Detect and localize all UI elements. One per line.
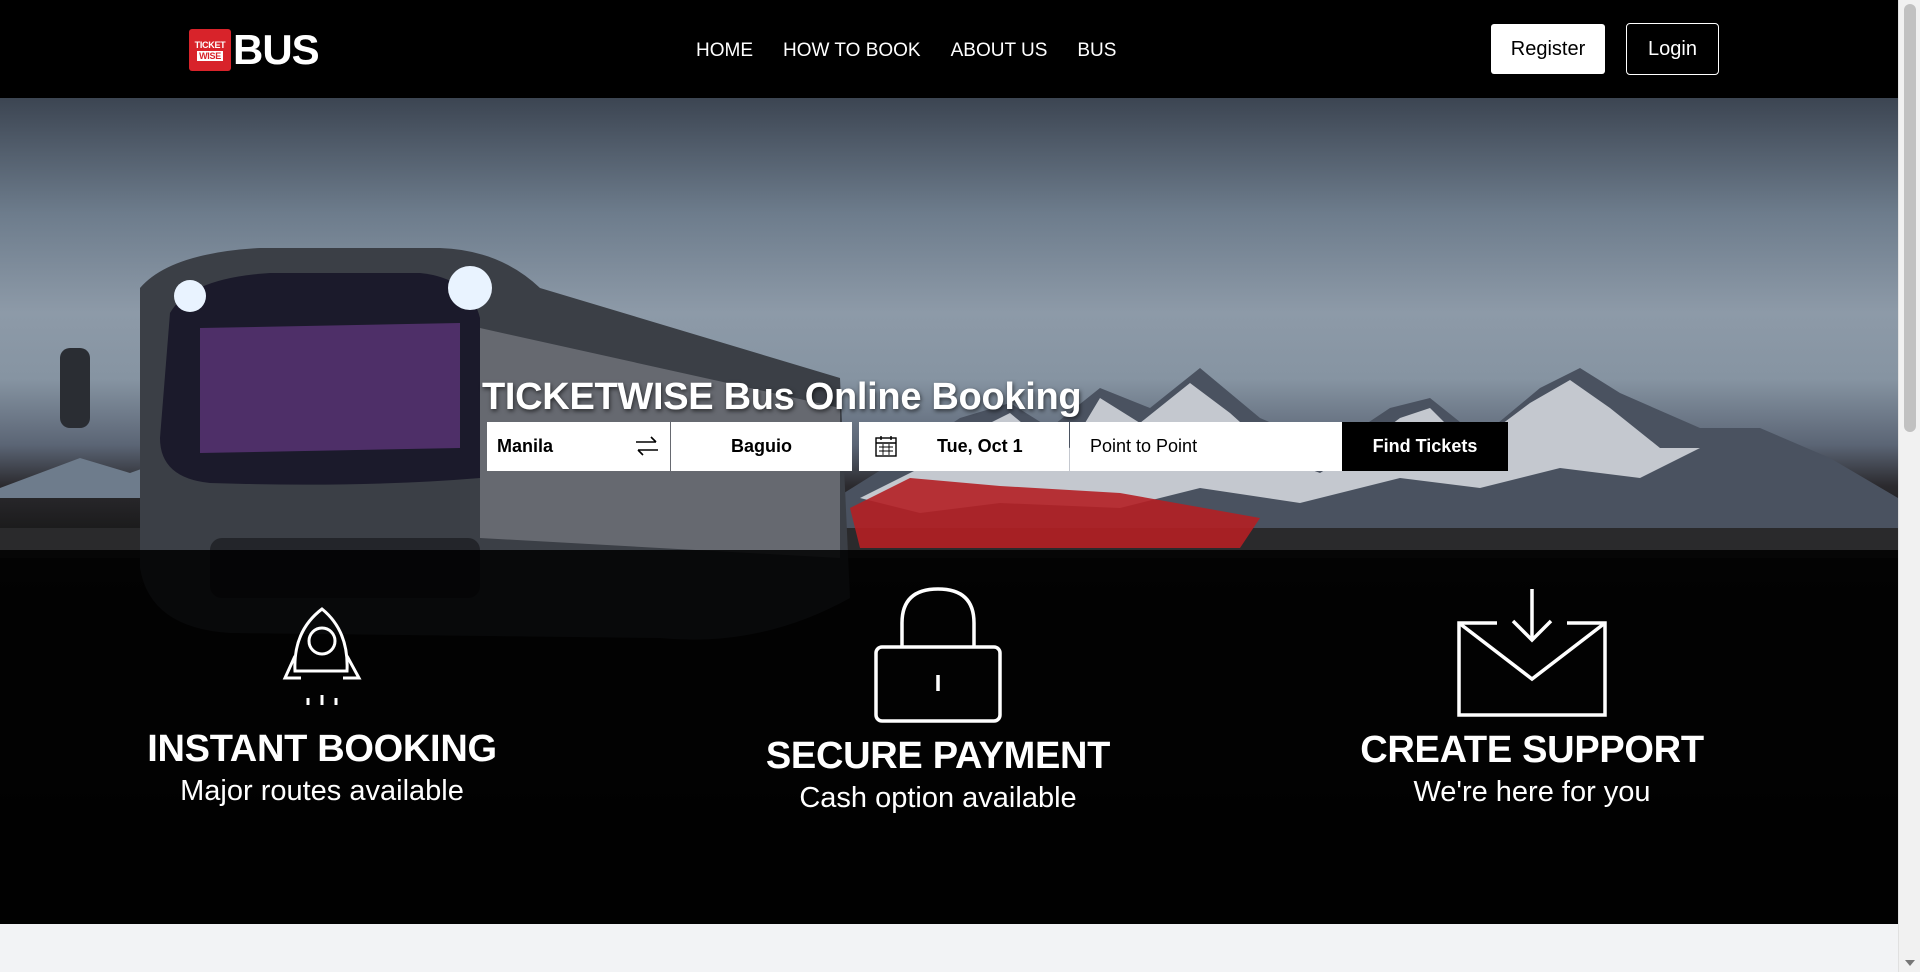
logo[interactable]: TICKET WISE BUS [189, 26, 320, 73]
rocket-icon [282, 607, 362, 705]
page-scrollbar[interactable] [1898, 0, 1920, 972]
logo-badge-top: TICKET [194, 39, 226, 50]
hero-banner: TICKETWISE Bus Online Booking Manila Bag… [0, 98, 1898, 924]
logo-badge-icon: TICKET WISE [189, 29, 231, 71]
logo-text: BUS [233, 26, 320, 73]
main-nav: HOME HOW TO BOOK ABOUT US BUS [696, 38, 1146, 64]
site-header: TICKET WISE BUS HOME HOW TO BOOK ABOUT U… [0, 0, 1898, 98]
feature-subtitle: We're here for you [1413, 776, 1651, 808]
mail-download-icon [1457, 589, 1607, 717]
find-tickets-button[interactable]: Find Tickets [1342, 422, 1508, 471]
scroll-down-icon[interactable] [1905, 960, 1915, 966]
feature-instant-booking: INSTANT BOOKING Major routes available [72, 606, 572, 808]
from-field[interactable]: Manila [487, 422, 670, 471]
feature-subtitle: Cash option available [799, 782, 1077, 814]
nav-bus[interactable]: BUS [1077, 38, 1116, 64]
calendar-icon [875, 436, 897, 457]
feature-subtitle: Major routes available [180, 775, 464, 807]
to-field[interactable]: Baguio [671, 422, 852, 471]
feature-title: INSTANT BOOKING [147, 728, 497, 770]
nav-about-us[interactable]: ABOUT US [951, 38, 1048, 64]
nav-home[interactable]: HOME [696, 38, 753, 64]
lock-icon [874, 587, 1002, 723]
login-button[interactable]: Login [1626, 23, 1719, 75]
trip-type-value: Point to Point [1090, 436, 1198, 456]
feature-create-support: CREATE SUPPORT We're here for you [1282, 587, 1782, 809]
hero-title: TICKETWISE Bus Online Booking [482, 376, 1082, 418]
logo-badge-bottom: WISE [197, 50, 223, 61]
date-value: Tue, Oct 1 [937, 436, 1023, 456]
trip-type-select[interactable]: Point to Point [1070, 422, 1342, 471]
feature-title: CREATE SUPPORT [1360, 729, 1704, 771]
search-bar: Manila Baguio Tue, Oct 1 Point to Point … [487, 422, 1508, 471]
nav-how-to-book[interactable]: HOW TO BOOK [783, 38, 921, 64]
feature-secure-payment: SECURE PAYMENT Cash option available [688, 585, 1188, 815]
from-value: Manila [497, 436, 554, 456]
feature-title: SECURE PAYMENT [765, 735, 1111, 777]
register-button[interactable]: Register [1491, 24, 1605, 74]
date-field[interactable]: Tue, Oct 1 [859, 422, 1069, 471]
swap-icon[interactable] [634, 435, 660, 457]
to-value: Baguio [731, 436, 792, 456]
scrollbar-thumb[interactable] [1904, 4, 1916, 432]
